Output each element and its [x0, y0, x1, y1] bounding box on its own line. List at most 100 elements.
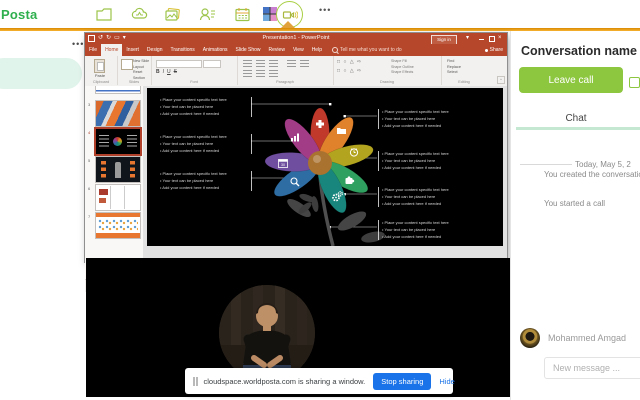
stop-sharing-button[interactable]: Stop sharing: [373, 372, 432, 390]
shape-effects-label[interactable]: Shape Effects: [391, 70, 414, 74]
redo-icon[interactable]: ↻: [106, 34, 111, 43]
callout-right-2: • Place your content specific text here •…: [378, 151, 470, 172]
ribbon-options-icon[interactable]: ▾: [466, 35, 469, 42]
select-label[interactable]: Select: [447, 70, 461, 74]
thumb-number-5: 5: [88, 158, 91, 163]
date-header: Today, May 5, 2: [575, 160, 631, 169]
font-size-select[interactable]: [203, 60, 221, 68]
align-left-icon[interactable]: [287, 60, 296, 67]
apps-grid-icon[interactable]: [263, 7, 277, 26]
shape-outline-label[interactable]: Shape Outline: [391, 65, 414, 69]
ribbon-group-clipboard: Paste Clipboard: [85, 56, 118, 85]
tab-view[interactable]: View: [289, 44, 308, 56]
layout-label[interactable]: Layout: [133, 65, 149, 69]
reset-label[interactable]: Reset: [133, 70, 149, 74]
thumb-number-4: 4: [88, 130, 91, 135]
tab-insert[interactable]: Insert: [122, 44, 143, 56]
bold-button[interactable]: B: [156, 69, 160, 75]
more-options-icon[interactable]: •••: [319, 5, 331, 15]
replace-label[interactable]: Replace: [447, 65, 461, 69]
close-icon[interactable]: ×: [498, 35, 502, 42]
shapes-gallery[interactable]: □ ○ △ ⇨: [337, 59, 362, 65]
sign-in-button[interactable]: Sign in: [431, 34, 457, 45]
share-button[interactable]: Share: [484, 44, 507, 56]
thumb-text-lines: [99, 135, 109, 148]
hide-link[interactable]: Hide: [439, 377, 454, 386]
shapes-gallery-row2[interactable]: □ ○ △ ⇨: [337, 68, 362, 74]
tell-me-search[interactable]: Tell me what you want to do: [326, 44, 402, 56]
new-message-input[interactable]: [544, 357, 640, 379]
callout-left-3: • Place your content specific text here •…: [160, 171, 252, 192]
underline-button[interactable]: U: [167, 69, 171, 75]
contacts-icon[interactable]: [198, 5, 217, 24]
shared-powerpoint-window: Presentation1 - PowerPoint ↺ ↻ ▭ ▾ Sign …: [85, 33, 565, 292]
selected-conversation-item[interactable]: [0, 58, 82, 89]
align-right-icon[interactable]: [243, 70, 252, 77]
numbering-icon[interactable]: [256, 60, 265, 67]
thumb-figure: [115, 162, 121, 178]
slide-thumbnail-4-selected[interactable]: [94, 127, 142, 156]
tab-design[interactable]: Design: [143, 44, 167, 56]
slide-thumbnail-6[interactable]: [95, 184, 141, 211]
tab-transitions[interactable]: Transitions: [167, 44, 199, 56]
minimize-icon[interactable]: [479, 39, 484, 40]
slide-thumbnail-5[interactable]: [95, 156, 141, 183]
slide-canvas-area: 30 • Place your content specific text he…: [143, 86, 565, 279]
call-video-area: cloudspace.worldposta.com is sharing a w…: [86, 258, 510, 397]
tab-review[interactable]: Review: [265, 44, 289, 56]
section-label[interactable]: Section: [133, 76, 149, 80]
ribbon-group-font: B I U S Font: [151, 56, 238, 85]
thumb-button: [111, 234, 125, 237]
strikethrough-button[interactable]: S: [174, 69, 177, 75]
thumb-block: [99, 198, 106, 203]
slide-thumbnail-3[interactable]: [95, 100, 141, 127]
justify-icon[interactable]: [256, 70, 265, 77]
font-name-select[interactable]: [156, 60, 202, 68]
sidebar-checkbox[interactable]: [629, 77, 640, 88]
user-name: Mohammed Amgad: [548, 333, 627, 343]
new-slide-icon[interactable]: [121, 59, 133, 70]
ribbon-group-editing: Find Replace Select Editing: [447, 59, 470, 84]
callout-left-2: • Place your content specific text here •…: [160, 134, 252, 155]
indent-icon[interactable]: [269, 60, 278, 67]
shape-fill-label[interactable]: Shape Fill: [391, 59, 414, 63]
leave-call-button[interactable]: Leave call: [519, 67, 623, 93]
align-center-icon[interactable]: [300, 60, 309, 67]
cloud-upload-icon[interactable]: [130, 5, 149, 24]
columns-icon[interactable]: [269, 70, 278, 77]
conversation-more-icon[interactable]: •••: [72, 39, 84, 49]
tab-animations[interactable]: Animations: [199, 44, 232, 56]
photos-icon[interactable]: [163, 5, 182, 24]
tab-slide-show[interactable]: Slide Show: [232, 44, 265, 56]
callout-right-3: • Place your content specific text here •…: [378, 187, 470, 208]
start-presentation-icon[interactable]: ▭: [114, 34, 120, 43]
current-slide[interactable]: 30 • Place your content specific text he…: [147, 88, 503, 247]
restore-icon[interactable]: [489, 36, 495, 42]
slide-thumbnail-2-partial[interactable]: [95, 86, 141, 94]
drag-grip-icon[interactable]: [193, 376, 198, 386]
italic-button[interactable]: I: [163, 69, 164, 75]
svg-text:30: 30: [281, 163, 285, 167]
undo-icon[interactable]: ↺: [98, 34, 103, 43]
new-slide-label[interactable]: New Slide: [133, 59, 149, 63]
tab-chat[interactable]: Chat: [511, 113, 640, 124]
bullets-icon[interactable]: [243, 60, 252, 67]
call-sidebar: Conversation name Leave call Chat Today,…: [510, 31, 640, 400]
tab-file[interactable]: File: [85, 44, 101, 56]
ribbon-group-paragraph: Paragraph: [237, 56, 334, 85]
collapse-ribbon-icon[interactable]: ^: [497, 76, 505, 84]
thumb-number-6: 6: [88, 186, 91, 191]
calendar-icon[interactable]: [233, 5, 252, 24]
folder-icon[interactable]: [95, 5, 114, 24]
slide-thumbnail-7[interactable]: [95, 212, 141, 239]
thumb-text-lines: [127, 135, 137, 148]
conversation-title: Conversation name: [521, 44, 638, 58]
tab-home[interactable]: Home: [101, 44, 123, 56]
save-icon[interactable]: [88, 35, 95, 42]
tab-help[interactable]: Help: [308, 44, 326, 56]
conversation-list-panel: •••: [0, 31, 83, 400]
worldposta-logo: Posta: [1, 7, 38, 22]
qat-dropdown-icon[interactable]: ▾: [123, 34, 126, 43]
paste-icon[interactable]: [94, 59, 105, 73]
find-label[interactable]: Find: [447, 59, 461, 63]
